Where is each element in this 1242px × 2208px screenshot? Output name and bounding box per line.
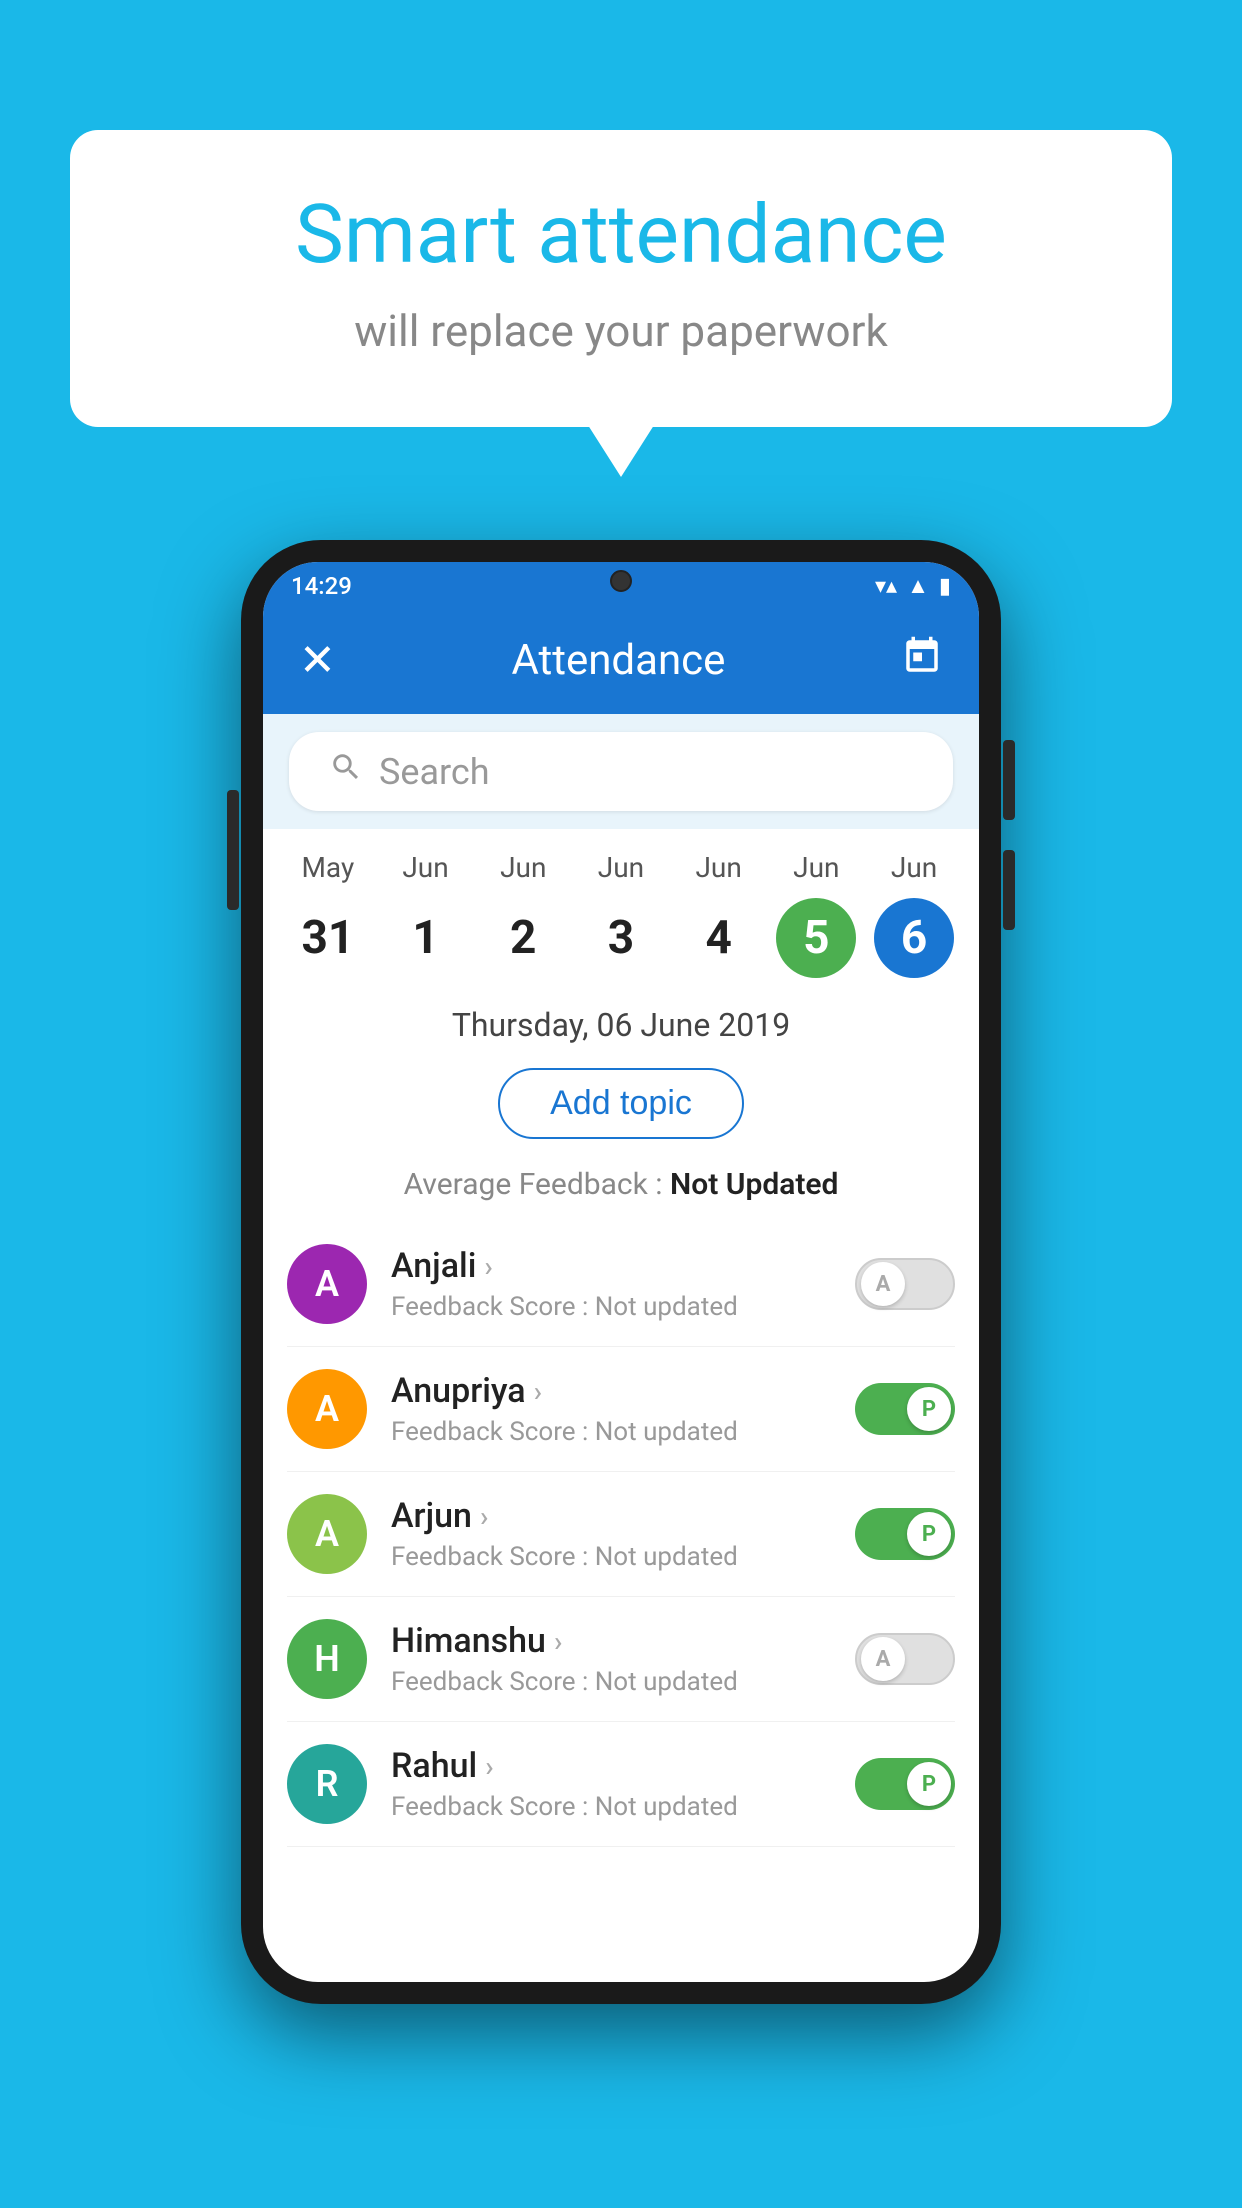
attendance-toggle[interactable]: A (855, 1258, 955, 1310)
cal-date-label: 4 (679, 898, 759, 978)
student-item: A Anupriya › Feedback Score : Not updated P (287, 1347, 955, 1472)
student-info: Himanshu › Feedback Score : Not updated (391, 1621, 831, 1697)
student-name[interactable]: Anupriya › (391, 1371, 831, 1411)
calendar-icon[interactable] (901, 635, 943, 686)
student-item: R Rahul › Feedback Score : Not updated P (287, 1722, 955, 1847)
search-container: Search (263, 714, 979, 829)
cal-date-label: 2 (483, 898, 563, 978)
student-info: Anjali › Feedback Score : Not updated (391, 1246, 831, 1322)
volume-down-button[interactable] (1003, 850, 1015, 930)
cal-month-label: Jun (891, 851, 937, 884)
avg-feedback-label: Average Feedback : (404, 1167, 663, 1202)
camera-notch (610, 570, 632, 592)
student-item: A Arjun › Feedback Score : Not updated P (287, 1472, 955, 1597)
calendar-day-6[interactable]: Jun 6 (869, 851, 959, 978)
status-time: 14:29 (291, 572, 352, 600)
feedback-score: Feedback Score : Not updated (391, 1792, 831, 1822)
attendance-toggle-container[interactable]: P (855, 1758, 955, 1810)
search-bar[interactable]: Search (289, 732, 953, 811)
feedback-score: Feedback Score : Not updated (391, 1667, 831, 1697)
cal-month-label: Jun (598, 851, 644, 884)
student-avatar: A (287, 1369, 367, 1449)
attendance-toggle-container[interactable]: P (855, 1383, 955, 1435)
volume-up-button[interactable] (1003, 740, 1015, 820)
calendar-strip: May 31 Jun 1 Jun 2 Jun 3 Jun 4 Jun 5 Jun 6 (263, 829, 979, 988)
calendar-day-3[interactable]: Jun 3 (576, 851, 666, 978)
speech-bubble-container: Smart attendance will replace your paper… (70, 130, 1172, 427)
student-info: Anupriya › Feedback Score : Not updated (391, 1371, 831, 1447)
wifi-icon: ▾▴ (875, 574, 897, 599)
student-name[interactable]: Himanshu › (391, 1621, 831, 1661)
phone-outer: 14:29 ▾▴ ▲ ▮ ✕ Attendance (241, 540, 1001, 2004)
toggle-knob: A (861, 1637, 905, 1681)
student-list: AAnjali ›Feedback Score : Not updatedAAA… (263, 1222, 979, 1847)
student-name[interactable]: Arjun › (391, 1496, 831, 1536)
selected-date-label: Thursday, 06 June 2019 (263, 988, 979, 1054)
student-avatar: H (287, 1619, 367, 1699)
header-title: Attendance (336, 636, 901, 685)
student-info: Arjun › Feedback Score : Not updated (391, 1496, 831, 1572)
calendar-day-4[interactable]: Jun 4 (674, 851, 764, 978)
student-avatar: A (287, 1244, 367, 1324)
app-header: ✕ Attendance (263, 606, 979, 714)
cal-month-label: Jun (793, 851, 839, 884)
cal-date-label: 31 (288, 898, 368, 978)
cal-month-label: Jun (402, 851, 448, 884)
add-topic-container: Add topic (263, 1054, 979, 1157)
student-item: A Anjali › Feedback Score : Not updated A (287, 1222, 955, 1347)
bubble-subtitle: will replace your paperwork (150, 305, 1092, 357)
attendance-toggle[interactable]: A (855, 1633, 955, 1685)
chevron-right-icon: › (554, 1625, 562, 1658)
attendance-toggle-container[interactable]: A (855, 1633, 955, 1685)
feedback-score: Feedback Score : Not updated (391, 1292, 831, 1322)
close-button[interactable]: ✕ (299, 634, 336, 686)
speech-bubble: Smart attendance will replace your paper… (70, 130, 1172, 427)
average-feedback: Average Feedback : Not Updated (263, 1157, 979, 1222)
avg-feedback-value: Not Updated (670, 1167, 838, 1202)
student-info: Rahul › Feedback Score : Not updated (391, 1746, 831, 1822)
cal-date-label: 6 (874, 898, 954, 978)
attendance-toggle-container[interactable]: P (855, 1508, 955, 1560)
feedback-score: Feedback Score : Not updated (391, 1417, 831, 1447)
status-icons: ▾▴ ▲ ▮ (875, 573, 951, 599)
search-icon (329, 750, 363, 793)
chevron-right-icon: › (485, 1750, 493, 1783)
calendar-day-5[interactable]: Jun 5 (771, 851, 861, 978)
phone-screen: 14:29 ▾▴ ▲ ▮ ✕ Attendance (263, 562, 979, 1982)
student-avatar: A (287, 1494, 367, 1574)
cal-date-label: 5 (776, 898, 856, 978)
attendance-toggle[interactable]: P (855, 1383, 955, 1435)
student-avatar: R (287, 1744, 367, 1824)
student-item: H Himanshu › Feedback Score : Not updated A (287, 1597, 955, 1722)
chevron-right-icon: › (480, 1500, 488, 1533)
add-topic-button[interactable]: Add topic (498, 1068, 744, 1139)
student-name[interactable]: Rahul › (391, 1746, 831, 1786)
signal-icon: ▲ (907, 573, 929, 599)
battery-icon: ▮ (939, 574, 951, 599)
feedback-score: Feedback Score : Not updated (391, 1542, 831, 1572)
power-button[interactable] (227, 790, 239, 910)
student-name[interactable]: Anjali › (391, 1246, 831, 1286)
cal-date-label: 1 (386, 898, 466, 978)
cal-month-label: May (301, 851, 354, 884)
calendar-day-0[interactable]: May 31 (283, 851, 373, 978)
chevron-right-icon: › (484, 1250, 492, 1283)
cal-month-label: Jun (500, 851, 546, 884)
toggle-knob: P (907, 1387, 951, 1431)
toggle-knob: A (861, 1262, 905, 1306)
chevron-right-icon: › (534, 1375, 542, 1408)
calendar-day-2[interactable]: Jun 2 (478, 851, 568, 978)
attendance-toggle[interactable]: P (855, 1758, 955, 1810)
attendance-toggle-container[interactable]: A (855, 1258, 955, 1310)
status-bar: 14:29 ▾▴ ▲ ▮ (263, 562, 979, 606)
cal-month-label: Jun (695, 851, 741, 884)
bubble-title: Smart attendance (150, 190, 1092, 280)
search-input[interactable]: Search (379, 751, 490, 793)
toggle-knob: P (907, 1512, 951, 1556)
cal-date-label: 3 (581, 898, 661, 978)
phone-container: 14:29 ▾▴ ▲ ▮ ✕ Attendance (241, 540, 1001, 2004)
calendar-day-1[interactable]: Jun 1 (381, 851, 471, 978)
toggle-knob: P (907, 1762, 951, 1806)
attendance-toggle[interactable]: P (855, 1508, 955, 1560)
